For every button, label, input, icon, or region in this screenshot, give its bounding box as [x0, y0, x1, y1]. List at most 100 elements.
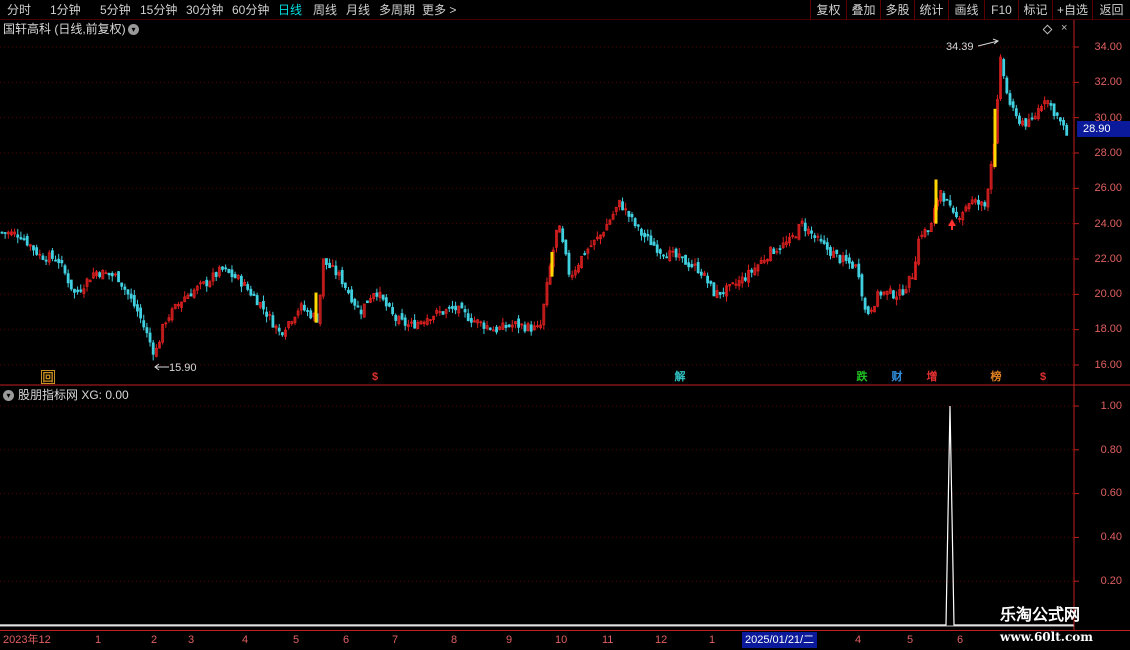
candle-body [1018, 115, 1021, 124]
candle-body [239, 275, 243, 287]
candle-body [926, 230, 930, 233]
candle-body [76, 289, 79, 293]
candle-body [844, 254, 848, 261]
candle-body [466, 313, 470, 321]
candle-body [857, 263, 861, 278]
candle-body [699, 271, 703, 276]
candle-body [983, 202, 987, 207]
candle-body [375, 292, 379, 297]
date-tick: 5 [293, 634, 300, 646]
candle-body [454, 305, 458, 311]
candle-body [583, 253, 587, 255]
candle-body [772, 248, 776, 255]
kline-chart[interactable] [0, 0, 1130, 650]
candle-body [25, 235, 29, 246]
candle-body [255, 295, 259, 306]
candle-body [529, 324, 533, 332]
candle-body [955, 211, 958, 218]
date-tick: 2 [151, 634, 158, 646]
candle-body [63, 265, 67, 274]
event-badge-unlock[interactable]: 解 [673, 370, 687, 384]
xg-indicator-series [0, 405, 1074, 626]
candle-body [117, 271, 120, 283]
candle-body [1052, 103, 1056, 117]
candle-body [189, 293, 193, 297]
candle-body [265, 311, 269, 317]
candle-body [863, 297, 867, 310]
candle-body [60, 260, 64, 264]
signal-bar [934, 179, 938, 224]
event-badge-review[interactable]: 回 [41, 370, 55, 384]
candle-body [847, 257, 851, 264]
candle-body [1008, 93, 1012, 105]
candle-body [365, 300, 369, 304]
candle-body [214, 272, 218, 277]
event-badge-limit-down[interactable]: 跌 [855, 370, 869, 384]
candle-body [136, 304, 139, 312]
candle-body [69, 279, 73, 290]
candle-body [1002, 59, 1006, 77]
candle-body [44, 259, 48, 262]
date-tick: 12 [655, 634, 668, 646]
event-badge-ranking[interactable]: 榜 [989, 370, 1003, 384]
candle-body [495, 326, 498, 333]
watermark-url: www.60lt.com [1000, 630, 1093, 644]
event-badge-financial[interactable]: 财 [890, 370, 904, 384]
candle-body [463, 309, 467, 313]
event-badge-dividend[interactable]: $ [368, 370, 382, 384]
candle-body [57, 258, 61, 264]
candle-body [343, 282, 347, 289]
event-badge-dividend[interactable]: $ [1036, 370, 1050, 384]
candle-body [825, 242, 829, 250]
candle-body [233, 273, 237, 279]
low-pointer-arrow [154, 363, 169, 371]
signal-bar [550, 251, 554, 277]
candle-body [681, 256, 684, 259]
candle-body [413, 319, 417, 329]
candle-body [205, 279, 209, 287]
buy-arrow-icon [948, 219, 956, 230]
candle-body [356, 305, 360, 308]
candle-body [778, 248, 782, 251]
date-tick: 3 [188, 634, 195, 646]
watermark-title: 乐淘公式网 [1000, 607, 1081, 624]
chevron-down-icon[interactable]: ▾ [3, 390, 14, 401]
candle-body [148, 332, 152, 343]
signal-bar [314, 292, 318, 323]
candle-body [32, 245, 35, 251]
candle-body [394, 314, 398, 321]
candle-body [66, 273, 70, 284]
date-tick: 6 [957, 634, 964, 646]
candle-body [860, 274, 864, 297]
candle-body [658, 249, 662, 254]
candle-body [280, 332, 284, 336]
candle-body [721, 292, 725, 294]
candle-body [3, 232, 7, 234]
date-tick: 4 [242, 634, 249, 646]
candle-body [1024, 118, 1028, 127]
candle-body [73, 288, 76, 293]
candle-body [561, 228, 565, 242]
candle-body [469, 318, 473, 323]
candle-body [482, 322, 486, 329]
candle-body [249, 288, 253, 296]
candle-body [706, 275, 709, 284]
candle-body [388, 303, 391, 307]
event-badge-increase[interactable]: 增 [925, 370, 939, 384]
candle-body [123, 286, 127, 290]
candle-body [246, 284, 250, 290]
candle-body [507, 324, 511, 328]
candle-body [829, 247, 832, 256]
close-icon[interactable]: × [1061, 22, 1067, 34]
indicator-tick: 0.60 [1100, 487, 1122, 499]
candle-body [126, 289, 130, 295]
candle-body [306, 310, 309, 312]
candle-body [646, 233, 650, 237]
date-tick: 10 [555, 634, 568, 646]
candle-body [384, 297, 388, 307]
candle-body [649, 235, 653, 246]
chevron-down-icon[interactable]: ▾ [128, 24, 139, 35]
candle-body [696, 262, 700, 273]
candle-body [22, 238, 26, 240]
candle-body [391, 307, 395, 315]
